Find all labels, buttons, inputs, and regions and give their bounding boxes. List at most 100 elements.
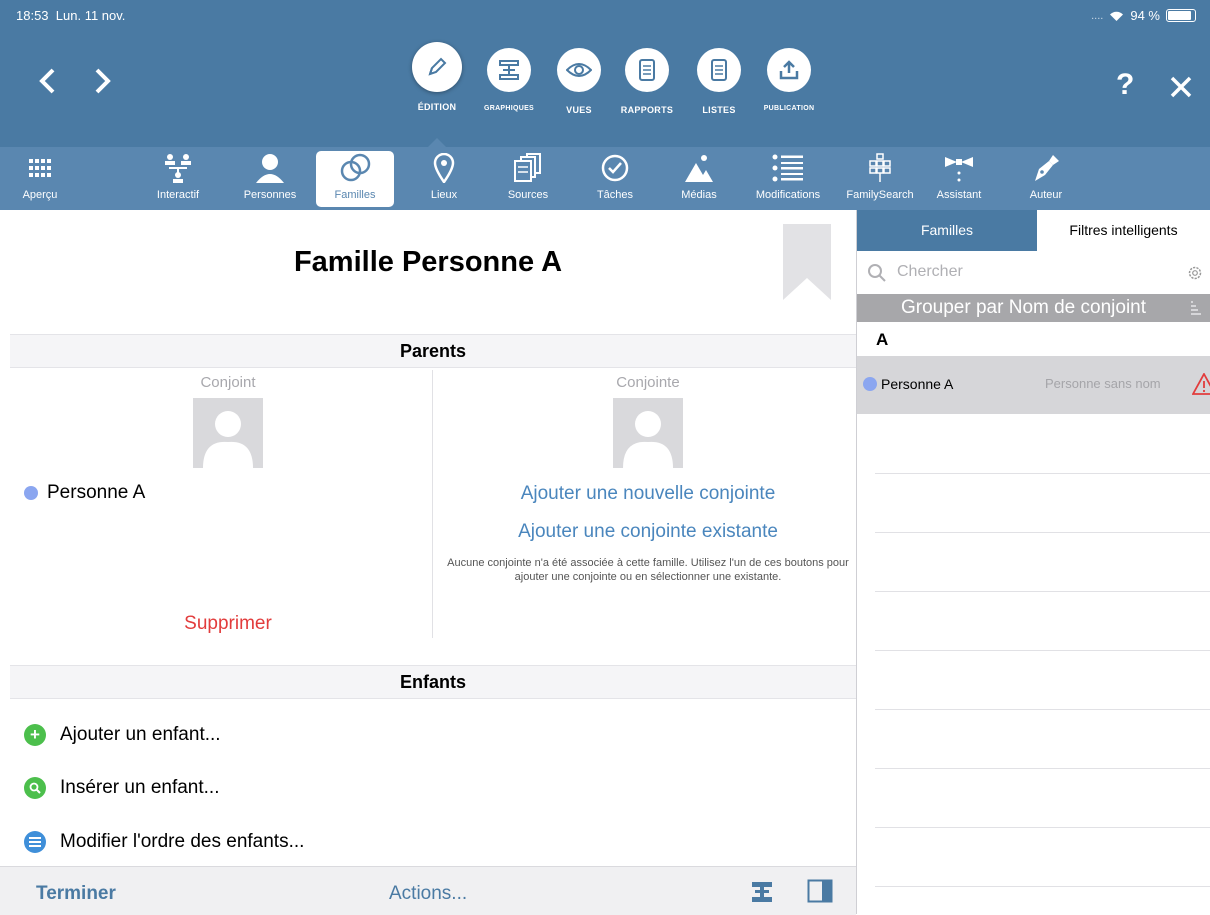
delete-button[interactable]: Supprimer xyxy=(0,613,456,635)
status-right: .... 94 % xyxy=(1091,8,1196,23)
done-button[interactable]: Terminer xyxy=(36,883,116,905)
tool-label: Interactif xyxy=(156,189,200,201)
list-separator xyxy=(875,886,1210,887)
insert-child-label: Insérer un enfant... xyxy=(60,777,220,798)
close-button[interactable] xyxy=(1170,72,1192,106)
husband-label: Conjoint xyxy=(200,374,256,391)
sources-icon xyxy=(513,151,543,185)
tool-label: Familles xyxy=(334,189,376,201)
tool-interactif[interactable]: Interactif xyxy=(152,151,204,207)
section-letter: A xyxy=(876,330,889,349)
mode-label: GRAPHIQUES xyxy=(483,105,535,112)
help-button[interactable]: ? xyxy=(1116,68,1134,102)
tool-familysearch[interactable]: FamilySearch xyxy=(846,151,914,207)
battery-icon xyxy=(1166,9,1196,22)
list-item[interactable]: Personne A Personne sans nom xyxy=(857,356,1210,414)
chart-view-icon[interactable] xyxy=(750,881,774,903)
tool-medias[interactable]: Médias xyxy=(676,151,722,207)
mode-publication-button[interactable]: PUBLICATION xyxy=(739,48,839,112)
tool-personnes[interactable]: Personnes xyxy=(236,151,304,207)
male-dot xyxy=(863,377,877,391)
status-time: 18:53 Lun. 11 nov. xyxy=(16,8,125,23)
tool-label: Personnes xyxy=(243,189,297,201)
add-new-wife-link[interactable]: Ajouter une nouvelle conjointe xyxy=(440,483,856,505)
list-separator xyxy=(875,473,1210,474)
bookmark-icon[interactable] xyxy=(783,224,831,300)
mode-label: RAPPORTS xyxy=(620,105,674,115)
tab-families[interactable]: Familles xyxy=(857,210,1037,251)
add-child-label: Ajouter un enfant... xyxy=(60,724,221,745)
page-title: Famille Personne A xyxy=(293,246,563,278)
actions-button[interactable]: Actions... xyxy=(389,883,467,905)
tool-sources[interactable]: Sources xyxy=(500,151,556,207)
list-icon xyxy=(772,151,804,185)
segmented-control: Familles Filtres intelligents xyxy=(857,210,1210,251)
search-circle-icon xyxy=(24,777,46,799)
add-existing-wife-link[interactable]: Ajouter une conjointe existante xyxy=(440,521,856,543)
list-separator xyxy=(875,827,1210,828)
tool-modifications[interactable]: Modifications xyxy=(746,151,830,207)
add-child-row[interactable]: + Ajouter un enfant... xyxy=(24,724,221,746)
section-toolbar: Aperçu Interactif Personnes Familles Lie… xyxy=(0,147,1210,210)
list-separator xyxy=(875,709,1210,710)
rings-icon xyxy=(338,151,372,185)
tab-smart-filters[interactable]: Filtres intelligents xyxy=(1037,210,1210,251)
bowtie-icon xyxy=(943,151,975,185)
family-editor: Famille Personne A Parents Conjoint Pers… xyxy=(0,210,856,914)
family-list-panel: Familles Filtres intelligents Chercher G… xyxy=(857,210,1210,914)
list-separator xyxy=(875,591,1210,592)
warning-icon[interactable] xyxy=(1192,373,1210,395)
tool-apercu[interactable]: Aperçu xyxy=(16,151,64,207)
help-icon: ? xyxy=(1116,68,1135,101)
reorder-children-row[interactable]: Modifier l'ordre des enfants... xyxy=(24,831,304,853)
sort-icon xyxy=(1191,301,1201,315)
list-doc-icon xyxy=(697,48,741,92)
mode-label: VUES xyxy=(566,105,592,115)
male-dot xyxy=(24,486,38,500)
husband-avatar[interactable] xyxy=(193,398,263,468)
tool-lieux[interactable]: Lieux xyxy=(420,151,468,207)
group-by-label: Grouper par Nom de conjoint xyxy=(901,297,1147,318)
wife-avatar[interactable] xyxy=(613,398,683,468)
husband-row[interactable]: Personne A xyxy=(24,482,145,504)
plus-circle-icon: + xyxy=(24,724,46,746)
person-placeholder-icon xyxy=(623,411,673,468)
tool-assistant[interactable]: Assistant xyxy=(930,151,988,207)
signal-icon: .... xyxy=(1091,9,1104,22)
partner-name: Personne sans nom xyxy=(1045,376,1161,391)
pencil-icon xyxy=(412,42,462,92)
gear-icon[interactable] xyxy=(1187,265,1203,281)
mode-label: PUBLICATION xyxy=(763,105,815,112)
sidebar-toggle-icon[interactable] xyxy=(807,879,833,903)
wife-label: Conjointe xyxy=(616,374,680,391)
list-separator xyxy=(875,532,1210,533)
group-by-bar[interactable]: Grouper par Nom de conjoint xyxy=(857,294,1210,322)
close-icon xyxy=(1170,76,1192,98)
grid-icon xyxy=(29,151,51,185)
list-separator xyxy=(875,768,1210,769)
back-arrow-icon[interactable] xyxy=(38,66,56,100)
tool-taches[interactable]: Tâches xyxy=(590,151,640,207)
forward-arrow-icon[interactable] xyxy=(94,66,112,100)
upload-icon xyxy=(767,48,811,92)
tool-label: Lieux xyxy=(430,189,458,201)
children-header: Enfants xyxy=(10,665,856,699)
tool-label: Modifications xyxy=(755,189,821,201)
insert-child-row[interactable]: Insérer un enfant... xyxy=(24,777,220,799)
mode-label: ÉDITION xyxy=(417,102,457,112)
tool-familles[interactable]: Familles xyxy=(316,151,394,207)
tool-label: Sources xyxy=(507,189,549,201)
bottom-bar: Terminer Actions... xyxy=(0,866,856,915)
search-input[interactable]: Chercher xyxy=(897,263,963,281)
tool-auteur[interactable]: Auteur xyxy=(1022,151,1070,207)
tool-label: Aperçu xyxy=(22,189,58,201)
tree-icon xyxy=(162,151,194,185)
tool-label: Auteur xyxy=(1029,189,1063,201)
search-icon xyxy=(868,264,886,282)
status-date: Lun. 11 nov. xyxy=(55,8,126,23)
familysearch-tree-icon xyxy=(867,151,893,185)
search-bar[interactable]: Chercher xyxy=(857,251,1210,293)
tool-label: FamilySearch xyxy=(846,189,914,201)
tool-label: Tâches xyxy=(596,189,634,201)
mode-pointer xyxy=(428,138,446,147)
